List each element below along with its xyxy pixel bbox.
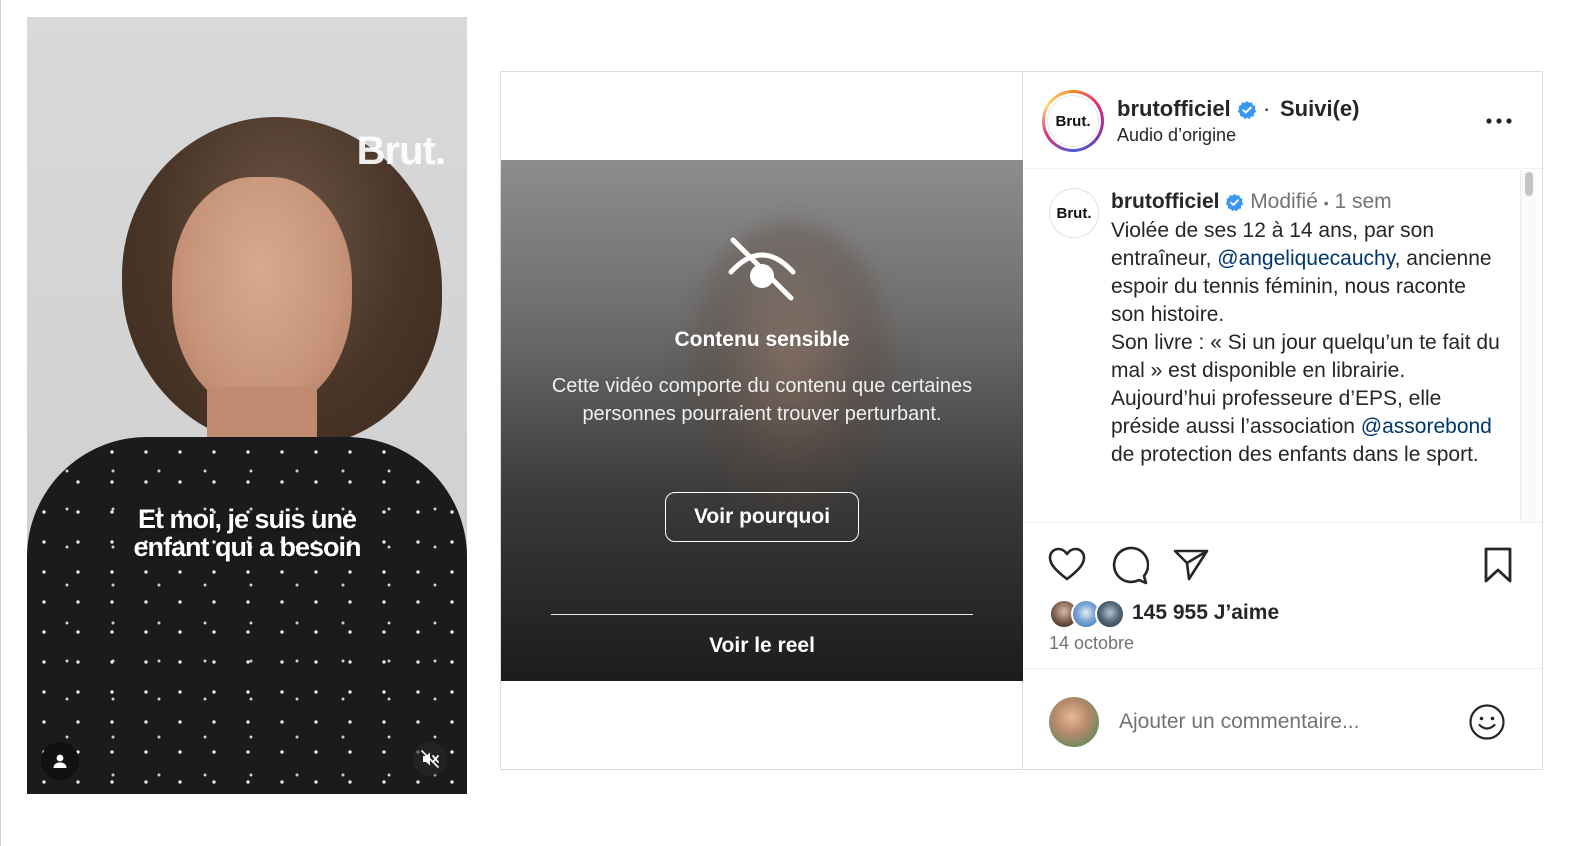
post-media: Contenu sensible Cette vidéo comporte du… [501,72,1023,769]
sensitive-description: Cette vidéo comporte du contenu que cert… [551,375,973,425]
sensitive-video-cover[interactable]: Contenu sensible Cette vidéo comporte du… [501,160,1023,681]
original-audio-link[interactable]: Audio d’origine [1117,125,1236,146]
post-actions: 145 955 J’aime 14 octobre [1024,522,1542,668]
scrollbar-thumb[interactable] [1525,172,1533,196]
reel-subtitle-line: enfant qui a besoin [133,532,361,562]
heart-icon[interactable] [1047,545,1087,585]
brand-watermark: Brut. [356,129,446,173]
caption-author-avatar[interactable]: Brut. [1049,188,1099,238]
liker-avatar [1095,599,1125,629]
brand-logo: Brut. [1047,95,1099,147]
caption-text: brutofficiel Modifié • 1 sem Violée de s… [1111,188,1501,469]
author-avatar[interactable]: Brut. [1042,90,1104,152]
caption-section: Brut. brutofficiel Modifié • 1 sem Violé… [1024,170,1542,522]
separator-dot: · [1263,96,1271,121]
verified-badge-icon [1226,193,1244,212]
likes-count[interactable]: 145 955 J’aime [1132,601,1279,625]
separator-dot: • [1323,195,1329,211]
caption-body: Son livre : « Si un jour quelqu’un te fa… [1111,331,1500,382]
post-time[interactable]: 1 sem [1334,190,1391,213]
eye-slash-icon [728,237,796,301]
caption-body: de protection des enfants dans le sport. [1111,443,1479,466]
post-header: Brut. brutofficiel · Suivi(e) Audio d’or… [1024,72,1542,169]
author-username[interactable]: brutofficiel [1117,96,1257,122]
avatar-gap: Brut. [1045,93,1101,149]
mention-link[interactable]: @assorebond [1361,415,1492,438]
comment-bar [1024,668,1542,769]
share-icon[interactable] [1171,545,1211,585]
user-icon [53,754,67,768]
see-why-button[interactable]: Voir pourquoi [665,492,859,542]
current-user-avatar [1049,697,1099,747]
caption-username[interactable]: brutofficiel [1111,190,1220,213]
see-reel-button[interactable]: Voir le reel [501,634,1023,658]
post-details: Brut. brutofficiel · Suivi(e) Audio d’or… [1024,72,1542,769]
edited-label: Modifié [1250,190,1318,213]
divider [551,614,973,615]
more-options-button[interactable] [1484,106,1514,136]
post-dialog: Contenu sensible Cette vidéo comporte du… [500,71,1543,770]
mention-link[interactable]: @angeliquecauchy [1217,247,1394,270]
reel-person-face [172,177,352,412]
author-username-text: brutofficiel [1117,96,1231,121]
post-date: 14 octobre [1049,633,1135,653]
bookmark-icon[interactable] [1478,545,1518,585]
mute-button[interactable] [413,742,447,776]
more-icon [1486,118,1512,124]
comment-input[interactable] [1119,707,1449,737]
emoji-icon[interactable] [1468,703,1506,741]
speaker-muted-icon [421,750,439,768]
reel-subtitle-line: Et moi, je suis une [137,504,357,534]
follow-status-button[interactable]: Suivi(e) [1280,96,1359,122]
comment-icon[interactable] [1109,545,1149,585]
window-edge [0,0,1,846]
reel-preview[interactable]: Brut. Et moi, je suis une enfant qui a b… [27,17,467,794]
caption-scrollbar[interactable] [1520,170,1536,522]
tagged-users-button[interactable] [41,742,79,780]
reel-person-shirt [27,437,467,794]
reel-subtitle: Et moi, je suis une enfant qui a besoin [27,505,467,561]
sensitive-title: Contenu sensible [674,328,850,351]
verified-badge-icon [1237,101,1256,120]
